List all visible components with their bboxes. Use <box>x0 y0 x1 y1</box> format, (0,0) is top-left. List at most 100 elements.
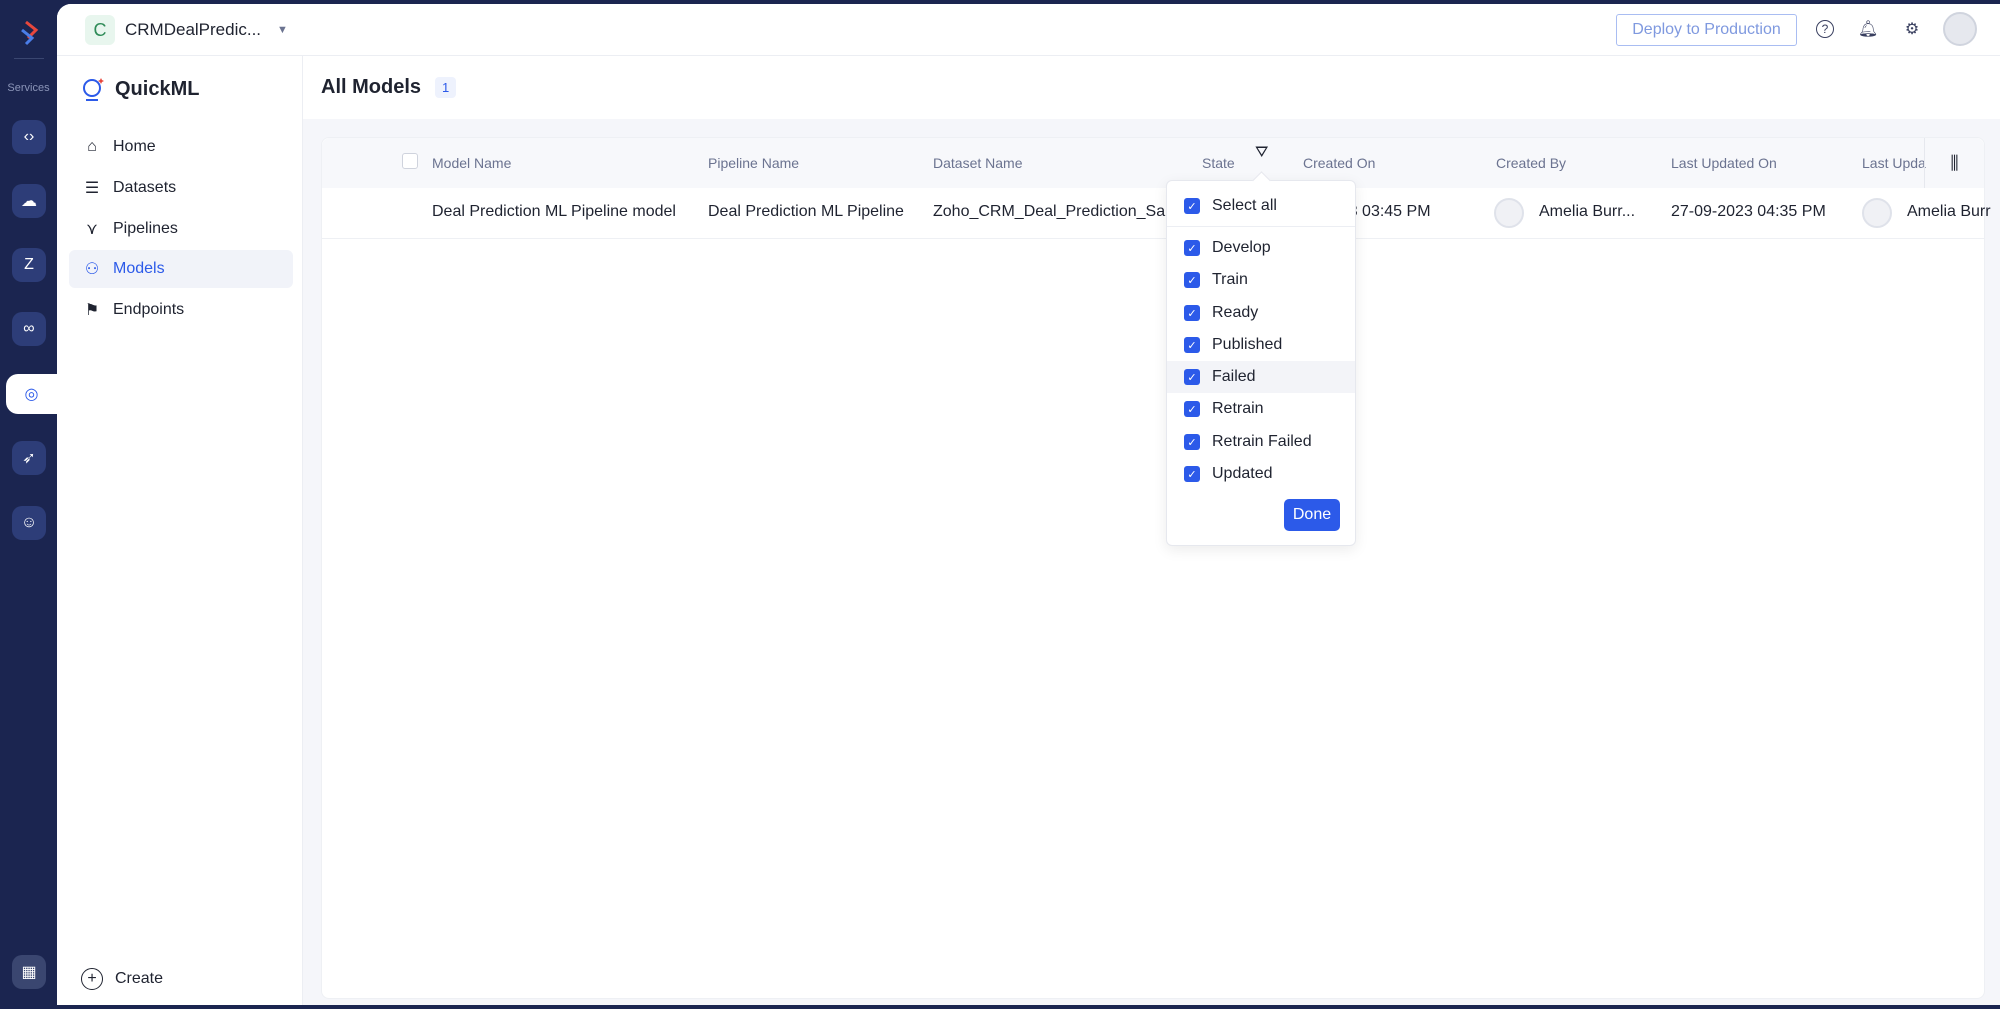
column-created-on[interactable]: Created On <box>1303 155 1375 171</box>
model-count-badge: 1 <box>435 77 457 98</box>
models-table: Model Name Pipeline Name Dataset Name St… <box>321 137 1991 999</box>
option-label: Develop <box>1212 239 1271 256</box>
services-rail: Services ‹› ☁ Z ∞ ◎ ➶ ☺ ▦ <box>0 4 57 1009</box>
column-dataset-name[interactable]: Dataset Name <box>933 155 1022 171</box>
option-label: Retrain <box>1212 400 1264 417</box>
zia-icon[interactable]: Z <box>12 248 46 282</box>
page-header: All Models 1 <box>303 56 2000 119</box>
option-label: Failed <box>1212 368 1256 385</box>
option-label: Published <box>1212 336 1283 353</box>
divider <box>14 58 44 59</box>
state-filter-dropdown: ✓ Select all ✓ Develop ✓ Train ✓ Ready ✓ Publ… <box>1166 180 1356 546</box>
brand-name: QuickML <box>115 77 200 100</box>
state-filter-icon[interactable]: ⛛ <box>1255 144 1268 162</box>
table-row[interactable]: Deal Prediction ML Pipeline model Deal P… <box>322 188 1991 239</box>
divider <box>1167 226 1355 227</box>
checkbox-checked-icon[interactable]: ✓ <box>1184 434 1200 450</box>
infinity-icon[interactable]: ∞ <box>12 312 46 346</box>
option-ready[interactable]: ✓ Ready <box>1167 297 1355 329</box>
bell-icon[interactable]: 🔔︎ <box>1857 18 1879 40</box>
column-model-name[interactable]: Model Name <box>432 155 511 171</box>
column-created-by[interactable]: Created By <box>1496 155 1566 171</box>
services-label: Services <box>7 82 50 94</box>
sidebar-item-label: Datasets <box>113 179 177 196</box>
cloud-analytics-icon[interactable]: ☁ <box>12 184 46 218</box>
option-train[interactable]: ✓ Train <box>1167 264 1355 296</box>
sidebar-item-endpoints[interactable]: ⚑ Endpoints <box>69 291 293 329</box>
option-label: Ready <box>1212 304 1259 321</box>
option-label: Retrain Failed <box>1212 433 1312 450</box>
database-icon: ☰ <box>84 180 100 197</box>
sidebar-item-pipelines[interactable]: ⋎ Pipelines <box>69 210 293 248</box>
chevron-down-icon: ▼ <box>277 24 288 36</box>
column-last-updated-on[interactable]: Last Updated On <box>1671 155 1777 171</box>
project-switcher[interactable]: C CRMDealPredic... ▼ <box>85 15 288 45</box>
pipeline-icon: ⋎ <box>86 221 98 238</box>
checkbox-checked-icon[interactable]: ✓ <box>1184 401 1200 417</box>
cell-last-updated-on: 27-09-2023 04:35 PM <box>1671 203 1826 220</box>
sidebar-item-label: Home <box>113 138 156 155</box>
page-title: All Models <box>321 76 422 98</box>
column-settings-icon[interactable]: ⫼ <box>1924 138 1984 188</box>
checkbox-checked-icon[interactable]: ✓ <box>1184 240 1200 256</box>
gear-icon[interactable]: ⚙ <box>1901 18 1923 40</box>
models-icon: ⚇ <box>84 261 100 278</box>
checkbox-checked-icon[interactable]: ✓ <box>1184 466 1200 482</box>
checkbox-checked-icon[interactable]: ✓ <box>1184 369 1200 385</box>
project-avatar: C <box>85 15 115 45</box>
sidebar-item-datasets[interactable]: ☰ Datasets <box>69 169 293 207</box>
checkbox-checked-icon[interactable]: ✓ <box>1184 198 1200 214</box>
cell-pipeline-name: Deal Prediction ML Pipeline <box>708 203 904 220</box>
option-develop[interactable]: ✓ Develop <box>1167 232 1355 264</box>
option-label: Updated <box>1212 465 1273 482</box>
code-brackets-icon[interactable]: ‹› <box>12 120 46 154</box>
sidebar-item-models[interactable]: ⚇ Models <box>69 250 293 288</box>
option-failed[interactable]: ✓ Failed <box>1167 361 1355 393</box>
avatar <box>1494 198 1524 228</box>
main-content: All Models 1 Model Name Pipeline Name Da… <box>303 56 2000 1005</box>
catalyst-logo-icon <box>21 20 39 46</box>
user-avatar[interactable] <box>1943 12 1977 46</box>
app-window: C CRMDealPredic... ▼ Deploy to Productio… <box>57 4 2000 1005</box>
create-button[interactable]: + Create <box>81 968 163 990</box>
cell-dataset-name: Zoho_CRM_Deal_Prediction_Sa... <box>933 203 1179 220</box>
option-published[interactable]: ✓ Published <box>1167 329 1355 361</box>
sidebar-item-label: Pipelines <box>113 220 178 237</box>
cell-last-updated-by: Amelia Burr <box>1907 203 1991 220</box>
quickml-logo-icon <box>83 78 104 101</box>
sidebar-item-home[interactable]: ⌂ Home <box>69 128 293 166</box>
column-pipeline-name[interactable]: Pipeline Name <box>708 155 799 171</box>
option-updated[interactable]: ✓ Updated <box>1167 458 1355 490</box>
quickml-icon[interactable]: ◎ <box>6 374 57 414</box>
quickml-brand: QuickML <box>81 76 199 102</box>
project-name: CRMDealPredic... <box>125 20 262 39</box>
plus-circle-icon: + <box>81 968 103 990</box>
select-all-option[interactable]: ✓ Select all <box>1167 190 1355 222</box>
column-state[interactable]: State <box>1202 155 1235 171</box>
select-all-rows-checkbox[interactable] <box>402 153 418 169</box>
table-header: Model Name Pipeline Name Dataset Name St… <box>322 138 1984 188</box>
help-icon[interactable]: ? <box>1816 20 1834 38</box>
avatar <box>1862 198 1892 228</box>
option-label: Select all <box>1212 197 1277 214</box>
column-last-updated-by[interactable]: Last Upda <box>1862 155 1926 171</box>
option-label: Train <box>1212 271 1248 288</box>
cell-model-name[interactable]: Deal Prediction ML Pipeline model <box>432 203 676 221</box>
sidebar-item-label: Models <box>113 260 165 277</box>
create-label: Create <box>115 970 164 987</box>
deploy-to-production-button[interactable]: Deploy to Production <box>1616 14 1797 46</box>
flag-icon: ⚑ <box>84 302 100 319</box>
option-retrain-failed[interactable]: ✓ Retrain Failed <box>1167 426 1355 458</box>
cell-created-by: Amelia Burr... <box>1539 203 1636 220</box>
done-button[interactable]: Done <box>1284 499 1340 531</box>
checkbox-checked-icon[interactable]: ✓ <box>1184 305 1200 321</box>
rocket-icon[interactable]: ➶ <box>12 441 46 475</box>
apps-grid-icon[interactable]: ▦ <box>12 955 46 989</box>
sidebar: QuickML ⌂ Home ☰ Datasets ⋎ Pipelines ⚇ Mode… <box>57 56 303 1005</box>
checkbox-checked-icon[interactable]: ✓ <box>1184 337 1200 353</box>
sidebar-item-label: Endpoints <box>113 301 185 318</box>
checkbox-checked-icon[interactable]: ✓ <box>1184 272 1200 288</box>
chatbot-icon[interactable]: ☺ <box>12 506 46 540</box>
option-retrain[interactable]: ✓ Retrain <box>1167 393 1355 425</box>
home-icon: ⌂ <box>87 138 97 155</box>
